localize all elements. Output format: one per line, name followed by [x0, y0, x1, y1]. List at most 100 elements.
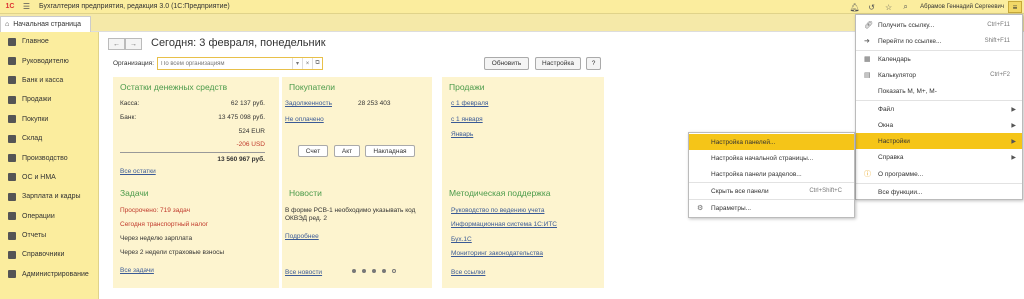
debt-link[interactable]: Задолженность [285, 100, 332, 107]
sidebar-item-operations[interactable]: Операции [0, 207, 98, 226]
open-icon[interactable]: ⧉ [312, 58, 322, 69]
news-more-link[interactable]: Подробнее [285, 233, 319, 240]
menu-shortcut: Shift+F11 [984, 38, 1010, 44]
sidebar-item-production[interactable]: Производство [0, 148, 98, 167]
back-button[interactable]: ← [108, 38, 125, 50]
user-name[interactable]: Абрамов Геннадий Сергеевич [920, 4, 1004, 10]
sidebar-item-admin[interactable]: Администрирование [0, 265, 98, 284]
info-icon: ⓘ [864, 171, 871, 178]
sidebar-item-assets[interactable]: ОС и НМА [0, 168, 98, 187]
menu-item-label: Скрыть все панели [711, 187, 769, 195]
sidebar: Главное Руководителю Банк и касса Продаж… [0, 32, 99, 299]
menu-item-help[interactable]: Справка ▶ [856, 149, 1022, 165]
help-button[interactable]: ? [586, 57, 601, 70]
unpaid-link[interactable]: Не оплачено [285, 116, 324, 123]
history-icon[interactable]: ↺ [865, 3, 878, 12]
menu-item-label: Перейти по ссылке... [878, 37, 942, 45]
usd-value: -206 USD [236, 141, 265, 148]
chart-icon [8, 57, 16, 66]
org-field[interactable]: ▾ × ⧉ [157, 57, 323, 70]
title-bar: 1С ☰ Бухгалтерия предприятия, редакция 3… [0, 0, 1024, 14]
support-link[interactable]: Бух.1С [451, 236, 472, 243]
menu-item-windows[interactable]: Окна ▶ [856, 117, 1022, 133]
submenu-item-start-page[interactable]: Настройка начальной страницы... [689, 150, 854, 166]
pager-dot[interactable] [362, 269, 366, 273]
star-icon[interactable]: ☆ [882, 3, 895, 12]
forward-button[interactable]: → [125, 38, 142, 50]
app-title: Бухгалтерия предприятия, редакция 3.0 (1… [39, 3, 230, 10]
sidebar-item-purchases[interactable]: Покупки [0, 110, 98, 129]
menu-item-settings[interactable]: Настройки ▶ [856, 133, 1022, 149]
sidebar-item-main[interactable]: Главное [0, 32, 98, 51]
support-link[interactable]: Руководство по ведению учета [451, 207, 544, 214]
waybill-button[interactable]: Накладная [365, 145, 415, 157]
app-logo: 1С [5, 3, 15, 10]
all-tasks-link[interactable]: Все задачи [120, 267, 154, 274]
all-news-link[interactable]: Все новости [285, 269, 322, 276]
menu-item-memory[interactable]: Показать М, М+, М- [856, 83, 1022, 99]
sidebar-item-manager[interactable]: Руководителю [0, 51, 98, 70]
menu-item-file[interactable]: Файл ▶ [856, 101, 1022, 117]
sales-link[interactable]: Январь [451, 131, 473, 138]
sidebar-item-warehouse[interactable]: Склад [0, 129, 98, 148]
page-title: Сегодня: 3 февраля, понедельник [151, 37, 326, 49]
pager-dot[interactable] [392, 269, 396, 273]
search-icon[interactable]: ⌕ [899, 2, 912, 12]
chevron-right-icon: ▶ [1011, 106, 1016, 113]
all-balances-link[interactable]: Все остатки [120, 168, 156, 175]
sidebar-item-salary[interactable]: Зарплата и кадры [0, 187, 98, 206]
invoice-button[interactable]: Счет [298, 145, 328, 157]
eur-value: 524 EUR [238, 128, 265, 135]
sidebar-item-label: ОС и НМА [22, 173, 56, 181]
submenu-item-parameters[interactable]: ⚙ Параметры... [689, 200, 854, 216]
sidebar-item-reports[interactable]: Отчеты [0, 226, 98, 245]
sidebar-item-label: Покупки [22, 115, 49, 123]
pager-dot[interactable] [382, 269, 386, 273]
settings-submenu: Настройка панелей... Настройка начальной… [688, 132, 855, 218]
menu-shortcut: Ctrl+F2 [990, 72, 1010, 78]
chevron-right-icon: ▶ [1011, 154, 1016, 161]
main-menu-button[interactable]: ≡ [1008, 1, 1022, 13]
menu-item-get-link[interactable]: 🔗︎ Получить ссылку... Ctrl+F11 [856, 17, 1022, 33]
sidebar-item-sales[interactable]: Продажи [0, 90, 98, 109]
menu-item-follow-link[interactable]: ➜ Перейти по ссылке... Shift+F11 [856, 33, 1022, 49]
chevron-right-icon: ▶ [1011, 122, 1016, 129]
menu-item-label: Калькулятор [878, 71, 917, 79]
tab-home[interactable]: ⌂ Начальная страница [0, 16, 91, 32]
sales-link[interactable]: с 1 февраля [451, 100, 488, 107]
support-link[interactable]: Мониторинг законодательства [451, 250, 543, 257]
cart-icon [8, 115, 16, 124]
pager-dot[interactable] [372, 269, 376, 273]
hamburger-menu-icon[interactable]: ☰ [20, 2, 33, 11]
sidebar-item-label: Производство [22, 154, 68, 162]
settings-button[interactable]: Настройка [535, 57, 581, 70]
menu-item-about[interactable]: ⓘ О программе... [856, 166, 1022, 182]
bell-icon[interactable]: 🔔︎ [848, 3, 861, 12]
menu-item-calendar[interactable]: ▦ Календарь [856, 51, 1022, 67]
sidebar-item-references[interactable]: Справочники [0, 245, 98, 264]
menu-item-label: Все функции... [878, 188, 923, 196]
clear-icon[interactable]: × [302, 58, 312, 69]
sidebar-item-label: Главное [22, 38, 49, 46]
menu-item-all-functions[interactable]: Все функции... [856, 184, 1022, 200]
submenu-item-sections-panel[interactable]: Настройка панели разделов... [689, 166, 854, 182]
sidebar-item-label: Продажи [22, 96, 52, 104]
all-links-link[interactable]: Все ссылки [451, 269, 485, 276]
news-title: Новости [289, 188, 322, 198]
submenu-item-panels[interactable]: Настройка панелей... [689, 134, 854, 150]
refresh-button[interactable]: Обновить [484, 57, 529, 70]
overdue-link[interactable]: Просрочено: 719 задач [120, 207, 190, 214]
two-weeks-task: Через 2 недели страховые взносы [120, 249, 225, 256]
submenu-item-hide-panels[interactable]: Скрыть все панели Ctrl+Shift+C [689, 183, 854, 199]
support-link[interactable]: Информационная система 1С:ИТС [451, 221, 557, 228]
menu-item-label: Показать М, М+, М- [878, 87, 937, 95]
org-input[interactable] [158, 58, 292, 69]
sidebar-item-bank[interactable]: Банк и касса [0, 71, 98, 90]
today-task[interactable]: Сегодня транспортный налог [120, 221, 208, 228]
act-button[interactable]: Акт [334, 145, 360, 157]
menu-item-calculator[interactable]: ▤ Калькулятор Ctrl+F2 [856, 67, 1022, 83]
pager-dot[interactable] [352, 269, 356, 273]
chevron-down-icon[interactable]: ▾ [292, 58, 302, 69]
menu-item-label: Настройка панелей... [711, 138, 776, 146]
sales-link[interactable]: с 1 января [451, 116, 483, 123]
